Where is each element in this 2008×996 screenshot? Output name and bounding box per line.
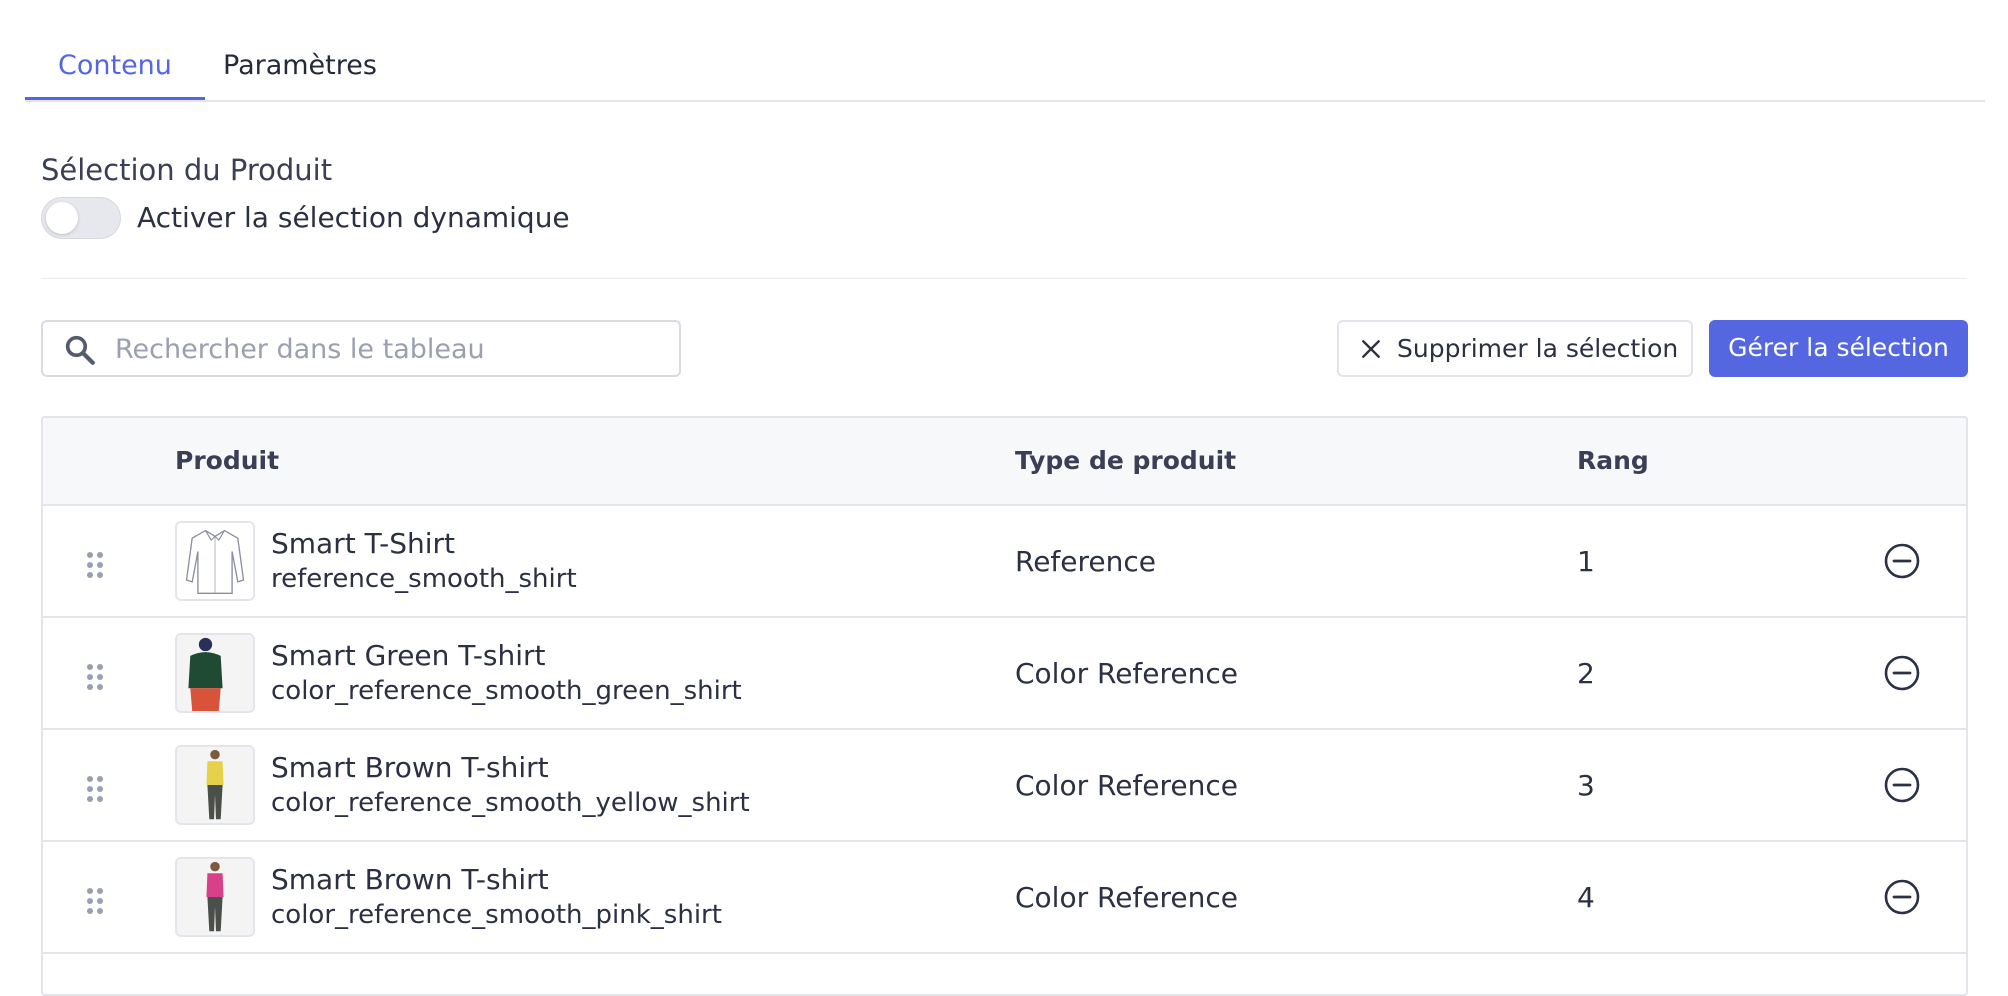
product-type: Color Reference <box>1015 657 1239 690</box>
column-header-product[interactable]: Produit <box>175 443 279 479</box>
tab-parametres[interactable]: Paramètres <box>223 48 377 84</box>
tab-bar: Contenu Paramètres <box>25 0 1985 102</box>
product-name: Smart T-Shirt <box>271 527 456 560</box>
table-row[interactable]: Smart Brown T-shirt color_reference_smoo… <box>43 730 1966 842</box>
product-table: Produit Type de produit Rang Smart T-Shi… <box>41 416 1968 996</box>
drag-handle-icon[interactable] <box>85 774 105 804</box>
minus-circle-icon[interactable] <box>1883 542 1921 580</box>
column-header-type[interactable]: Type de produit <box>1015 443 1236 479</box>
table-row[interactable]: Smart Brown T-shirt color_reference_smoo… <box>43 842 1966 954</box>
drag-handle-icon[interactable] <box>85 886 105 916</box>
table-row[interactable]: Smart Green T-shirt color_reference_smoo… <box>43 618 1966 730</box>
product-name: Smart Green T-shirt <box>271 639 546 672</box>
remove-selection-button[interactable]: Supprimer la sélection <box>1337 320 1693 377</box>
close-icon <box>1362 340 1380 358</box>
section-title: Sélection du Produit <box>41 153 333 187</box>
search-icon <box>65 335 95 365</box>
product-type: Reference <box>1015 545 1156 578</box>
product-type: Color Reference <box>1015 881 1239 914</box>
dynamic-selection-toggle[interactable] <box>41 197 121 239</box>
product-code: color_reference_smooth_pink_shirt <box>271 900 722 930</box>
active-tab-indicator <box>25 97 205 100</box>
table-header: Produit Type de produit Rang <box>43 418 1966 506</box>
manage-selection-button[interactable]: Gérer la sélection <box>1709 320 1968 377</box>
product-type: Color Reference <box>1015 769 1239 802</box>
search-box[interactable] <box>41 320 681 377</box>
search-input[interactable] <box>115 330 665 368</box>
toggle-label: Activer la sélection dynamique <box>137 201 570 234</box>
product-code: color_reference_smooth_yellow_shirt <box>271 788 750 818</box>
column-header-rank[interactable]: Rang <box>1577 443 1649 479</box>
product-code: color_reference_smooth_green_shirt <box>271 676 742 706</box>
manage-selection-label: Gérer la sélection <box>1728 333 1949 362</box>
product-thumbnail <box>175 521 255 601</box>
remove-selection-label: Supprimer la sélection <box>1397 334 1679 363</box>
drag-handle-icon[interactable] <box>85 550 105 580</box>
product-name: Smart Brown T-shirt <box>271 751 549 784</box>
table-row[interactable]: Smart T-Shirt reference_smooth_shirt Ref… <box>43 506 1966 618</box>
divider <box>41 278 1967 279</box>
product-code: reference_smooth_shirt <box>271 564 577 594</box>
drag-handle-icon[interactable] <box>85 662 105 692</box>
product-rank: 3 <box>1577 769 1595 802</box>
product-thumbnail <box>175 745 255 825</box>
product-thumbnail <box>175 633 255 713</box>
product-rank: 1 <box>1577 545 1595 578</box>
minus-circle-icon[interactable] <box>1883 878 1921 916</box>
minus-circle-icon[interactable] <box>1883 654 1921 692</box>
tab-contenu[interactable]: Contenu <box>58 48 172 84</box>
product-rank: 2 <box>1577 657 1595 690</box>
minus-circle-icon[interactable] <box>1883 766 1921 804</box>
product-rank: 4 <box>1577 881 1595 914</box>
product-name: Smart Brown T-shirt <box>271 863 549 896</box>
toggle-knob <box>46 202 78 234</box>
product-thumbnail <box>175 857 255 937</box>
